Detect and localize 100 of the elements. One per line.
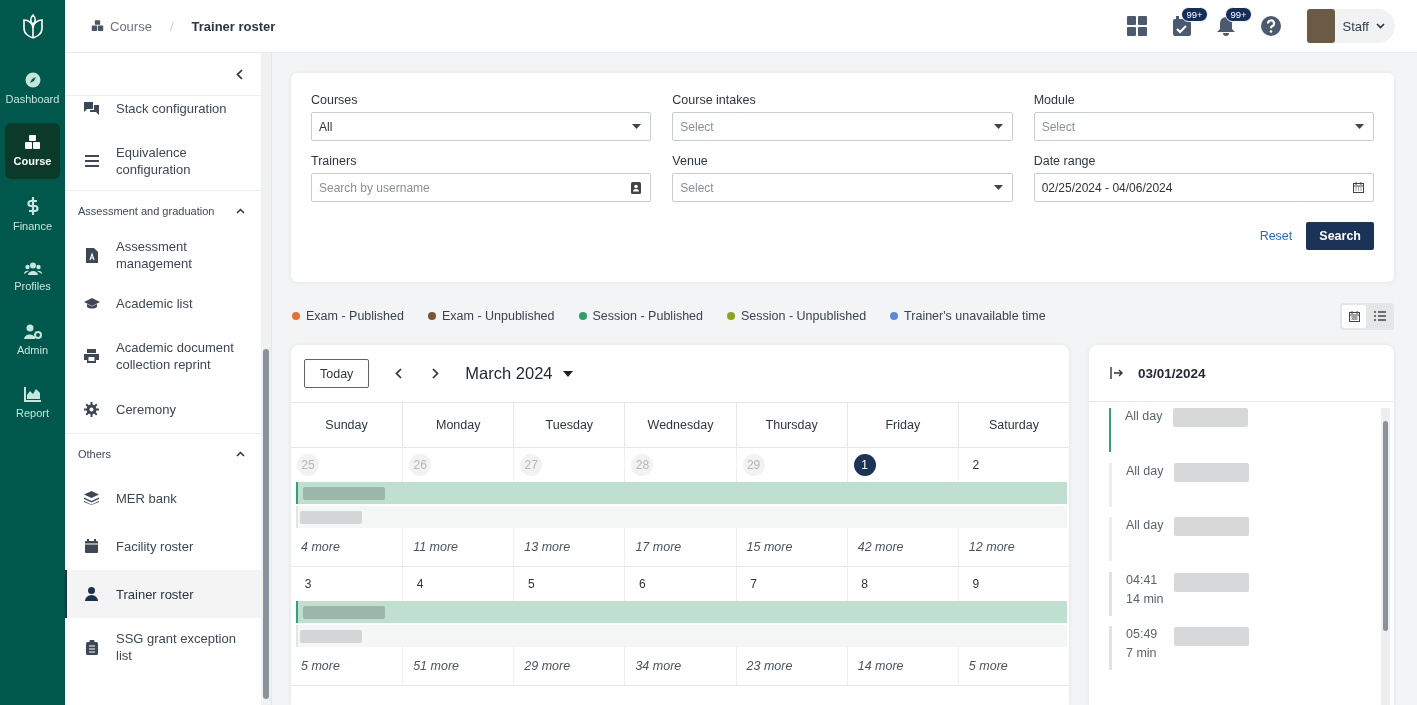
event-item[interactable]: 04:41 14 min <box>1109 571 1381 616</box>
day-number[interactable]: 4 <box>409 573 432 595</box>
arrow-right-to-bar-icon <box>1110 367 1124 379</box>
more-events-link[interactable]: 42 more <box>857 540 904 554</box>
day-number[interactable]: 1 <box>853 454 876 476</box>
caret-down-icon <box>632 124 642 129</box>
event-time: All day <box>1126 463 1165 478</box>
sidebar-nav-item[interactable]: Trainer roster <box>65 570 261 618</box>
sidebar-nav-item[interactable]: Ceremony <box>65 385 261 433</box>
calendar-check-icon <box>1173 16 1192 36</box>
more-events-link[interactable]: 4 more <box>301 540 340 554</box>
sidebar-nav-item[interactable]: Equivalence configuration <box>65 132 261 190</box>
date-range-field[interactable]: 02/25/2024 - 04/06/2024 <box>1033 173 1374 202</box>
event-item[interactable]: All day <box>1109 462 1381 507</box>
weekday-header: Monday <box>402 403 514 448</box>
section-heading: Others <box>78 448 111 460</box>
more-events-link[interactable]: 23 more <box>746 659 793 673</box>
grid-icon <box>1127 16 1148 36</box>
more-events-link[interactable]: 5 more <box>968 659 1008 673</box>
event-bar[interactable] <box>296 601 1067 623</box>
event-bar[interactable] <box>296 482 1067 504</box>
contact-card-icon <box>631 181 642 194</box>
day-number[interactable]: 8 <box>853 573 876 595</box>
breadcrumb-current: Trainer roster <box>191 18 276 34</box>
more-events-link[interactable]: 11 more <box>413 540 459 554</box>
field-label: Trainers <box>311 154 358 168</box>
calendar-icon <box>1348 310 1360 322</box>
cubes-icon <box>91 20 104 32</box>
select-field[interactable]: All <box>311 112 652 141</box>
help-icon <box>1261 16 1282 36</box>
compass-icon <box>24 71 41 88</box>
more-events-link[interactable]: 51 more <box>413 659 459 673</box>
redacted-block <box>300 629 362 643</box>
rail-nav-item[interactable]: Admin <box>5 312 60 368</box>
breadcrumb-link[interactable]: Course <box>110 18 152 34</box>
document-icon <box>85 247 98 263</box>
weekday-header: Wednesday <box>624 403 736 448</box>
day-number[interactable]: 7 <box>742 573 765 595</box>
weekday-header: Friday <box>846 403 958 448</box>
area-chart-icon <box>24 387 41 402</box>
field-label: Module <box>1033 93 1076 107</box>
rail-nav-item[interactable]: Report <box>5 375 60 431</box>
legend-label: Exam - Unpublished <box>441 309 555 323</box>
today-button[interactable]: Today <box>304 359 370 388</box>
clipboard-list-icon <box>85 639 98 655</box>
chat-icon <box>84 101 99 115</box>
avatar-placeholder <box>1307 9 1336 43</box>
panel-date: 03/01/2024 <box>1138 365 1206 381</box>
event-item[interactable]: 05:49 7 min <box>1109 626 1381 670</box>
event-time: All day <box>1126 518 1165 532</box>
rail-nav-item[interactable]: Profiles <box>5 249 60 305</box>
chevron-left-icon <box>395 368 403 379</box>
sidebar-nav-item[interactable]: MER bank <box>65 474 261 522</box>
rail-nav-item[interactable]: Course <box>5 123 60 179</box>
search-button[interactable]: Search <box>1306 222 1374 250</box>
day-number[interactable]: 5 <box>520 573 543 595</box>
section-heading: Assessment and graduation <box>78 205 215 217</box>
day-number[interactable]: 9 <box>964 573 987 595</box>
weekday-header: Saturday <box>957 403 1069 448</box>
sidebar-nav-item[interactable]: Assessment management <box>65 231 261 279</box>
sidebar-nav-item[interactable]: Academic document collection reprint <box>65 327 261 385</box>
more-events-link[interactable]: 13 more <box>524 540 571 554</box>
users-icon <box>23 262 42 275</box>
printer-icon <box>84 349 99 363</box>
weekday-header: Thursday <box>735 403 847 448</box>
calendar-icon <box>1353 182 1364 193</box>
more-events-link[interactable]: 34 more <box>635 659 682 673</box>
user-menu[interactable]: Staff <box>1307 9 1395 43</box>
event-item[interactable]: All day <box>1109 517 1381 561</box>
day-number[interactable]: 3 <box>297 573 319 595</box>
sidebar-nav-item[interactable]: Academic list <box>65 279 261 327</box>
sidebar-nav-item[interactable]: Facility roster <box>65 522 261 570</box>
weekday-header: Sunday <box>291 403 403 448</box>
event-time: All day <box>1125 409 1164 423</box>
more-events-link[interactable]: 12 more <box>968 540 1015 554</box>
more-events-link[interactable]: 17 more <box>635 540 682 554</box>
breadcrumb-separator: / <box>169 18 174 34</box>
sidebar-nav-item[interactable]: Stack configuration <box>65 84 261 132</box>
weekday-header: Tuesday <box>513 403 625 448</box>
legend-label: Exam - Published <box>306 309 404 323</box>
more-events-link[interactable]: 15 more <box>746 540 793 554</box>
day-number[interactable]: 2 <box>964 454 987 476</box>
more-events-link[interactable]: 29 more <box>524 659 571 673</box>
day-number[interactable]: 6 <box>631 573 654 595</box>
bell-icon <box>1217 16 1236 36</box>
dollar-icon <box>26 196 39 215</box>
more-events-link[interactable]: 5 more <box>301 659 340 673</box>
sidebar-nav-item[interactable]: SSG grant exception list <box>65 618 261 676</box>
reset-link[interactable]: Reset <box>1259 229 1293 243</box>
rail-nav-item[interactable]: Finance <box>5 186 60 242</box>
user-icon <box>85 587 98 601</box>
more-events-link[interactable]: 14 more <box>857 659 904 673</box>
rail-nav-item[interactable]: Dashboard <box>5 60 60 116</box>
legend-label: Session - Published <box>592 309 703 323</box>
caret-down-icon <box>1355 124 1364 129</box>
month-title[interactable]: March 2024 <box>465 364 553 383</box>
event-item[interactable]: All day <box>1109 408 1381 452</box>
legend-label: Session - Unpublished <box>741 309 867 323</box>
calendar-view-button[interactable] <box>1342 304 1366 328</box>
count-badge: 99+ <box>1225 7 1252 22</box>
